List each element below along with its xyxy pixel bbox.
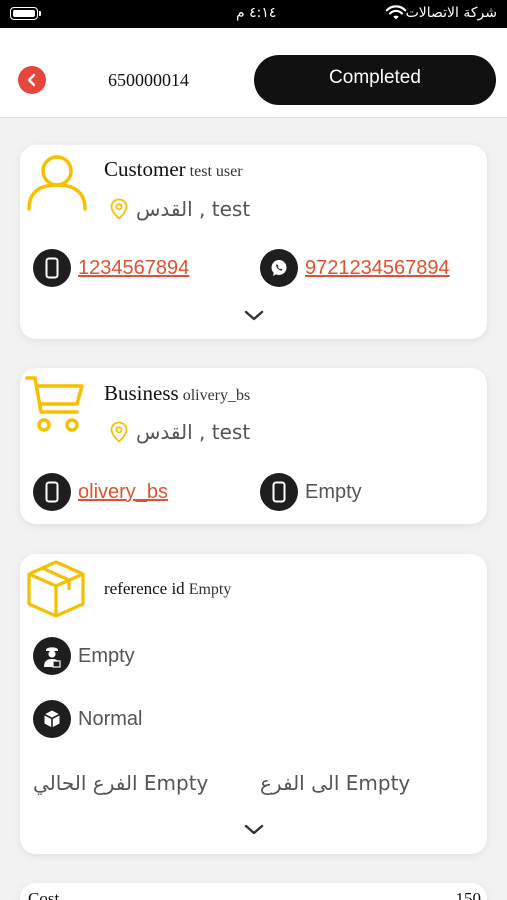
business-name: olivery_bs [182, 387, 251, 404]
mobile-phone-icon [272, 481, 286, 503]
to-branch: الى الفرع Empty [260, 771, 411, 795]
package-type-icon-badge [33, 700, 71, 738]
current-branch: الفرع الحالي Empty [33, 771, 209, 795]
reference-value: Empty [188, 581, 232, 598]
business-title: Business olivery_bs [104, 381, 250, 406]
back-button[interactable] [18, 66, 46, 94]
location-pin-icon [110, 198, 128, 220]
chevron-down-icon[interactable] [242, 308, 266, 324]
customer-title: Customer test user [104, 157, 243, 182]
business-contact-button[interactable] [33, 473, 71, 511]
customer-location: القدس , test [110, 197, 250, 221]
mobile-phone-icon [45, 481, 59, 503]
reference-label: reference id [104, 579, 185, 598]
wifi-icon [385, 5, 407, 20]
battery-icon [10, 7, 41, 20]
customer-location-text: القدس , test [136, 197, 251, 221]
chevron-left-icon [27, 73, 36, 87]
customer-card: Customer test user القدس , test 12345678… [20, 145, 487, 339]
cube-icon [44, 710, 60, 728]
status-time: ٤:١٤ م [236, 5, 277, 21]
driver-icon-badge [33, 637, 71, 675]
order-status-badge[interactable]: Completed [254, 55, 496, 105]
cost-label: Cost [28, 889, 60, 900]
business-location-text: القدس , test [136, 420, 251, 444]
package-box-icon [27, 560, 85, 618]
business-contact-link[interactable]: olivery_bs [78, 481, 168, 504]
shopping-cart-icon [25, 376, 84, 432]
order-header: 650000014 Completed [0, 28, 507, 118]
driver-value: Empty [78, 645, 135, 667]
business-phone-button[interactable] [260, 473, 298, 511]
carrier-name: شركة الاتصالات [405, 5, 497, 21]
customer-whatsapp-link[interactable]: 9721234567894 [305, 257, 450, 280]
status-bar: ٤:١٤ م شركة الاتصالات [0, 0, 507, 28]
cost-card: Cost 150 [20, 883, 487, 900]
business-label: Business [104, 381, 179, 405]
customer-phone-button[interactable] [33, 249, 71, 287]
business-card: Business olivery_bs القدس , test olivery… [20, 368, 487, 524]
package-type-value: Normal [78, 708, 143, 730]
chevron-down-icon[interactable] [242, 822, 266, 838]
order-number: 650000014 [108, 70, 189, 90]
business-location: القدس , test [110, 420, 250, 444]
customer-name: test user [189, 163, 243, 180]
user-icon [27, 155, 87, 211]
customer-label: Customer [104, 157, 186, 181]
whatsapp-icon [271, 260, 287, 276]
cost-value: 150 [455, 889, 482, 900]
delivery-driver-icon [44, 647, 61, 668]
order-details-card: reference id Empty Empty Normal الفرع ال… [20, 554, 487, 854]
reference-line: reference id Empty [104, 579, 231, 599]
customer-whatsapp-button[interactable] [260, 249, 298, 287]
location-pin-icon [110, 421, 128, 443]
mobile-phone-icon [45, 257, 59, 279]
customer-phone-link[interactable]: 1234567894 [78, 257, 189, 280]
business-phone-value: Empty [305, 481, 362, 503]
